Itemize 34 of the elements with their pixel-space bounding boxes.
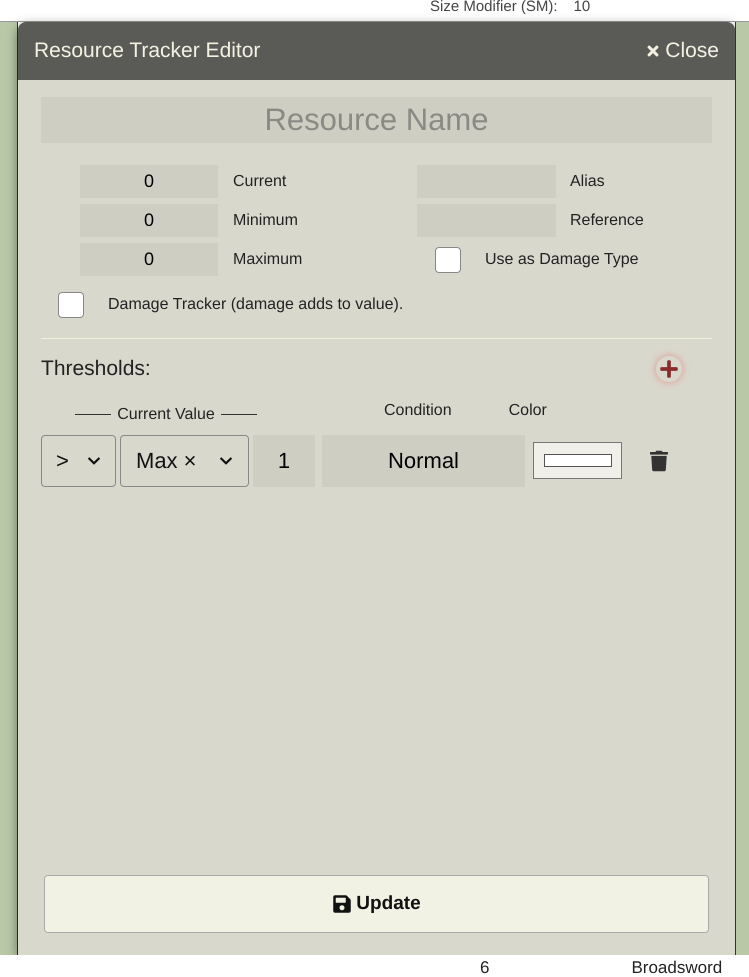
color-picker[interactable] [533, 442, 622, 479]
name-field[interactable]: Resource Name [41, 97, 712, 143]
trash-icon [650, 450, 668, 472]
save-icon [332, 894, 352, 914]
update-button[interactable]: Update [44, 875, 709, 933]
checkbox[interactable] [58, 292, 84, 318]
checkbox-label: Use as Damage Type [485, 250, 639, 270]
dialog-title: Resource Tracker Editor [34, 38, 260, 64]
base-select[interactable]: Max × [120, 434, 249, 486]
sheet-cell: Broadsword [631, 959, 722, 977]
thresholds-title: Thresholds: [41, 356, 151, 382]
sheet-cell: 6 [480, 959, 490, 977]
plus-icon [659, 358, 679, 379]
field-label: Reference [570, 210, 644, 230]
factor-field[interactable]: 1 [253, 434, 315, 486]
checkbox[interactable] [435, 246, 461, 272]
column-header: Current Value [117, 404, 215, 424]
column-header: Condition [384, 400, 452, 420]
number-field[interactable]: 0 [80, 204, 218, 237]
condition-field[interactable]: Normal [322, 434, 525, 486]
number-field[interactable]: 0 [80, 165, 218, 198]
close-icon [645, 43, 662, 59]
operator-select[interactable]: > [41, 434, 116, 486]
column-header: Color [508, 400, 547, 420]
checkbox-label: Damage Tracker (damage adds to value). [108, 295, 404, 315]
field-label: Maximum [233, 250, 302, 270]
field-label: Alias [570, 172, 605, 192]
sheet-label: Size Modifier (SM): [430, 0, 558, 14]
close-button[interactable]: Close [645, 35, 719, 67]
field-label: Current [233, 172, 286, 192]
number-field[interactable]: 0 [80, 243, 218, 276]
sheet-value: 10 [574, 0, 590, 14]
field-label: Minimum [233, 210, 298, 230]
delete-button[interactable] [648, 448, 670, 474]
